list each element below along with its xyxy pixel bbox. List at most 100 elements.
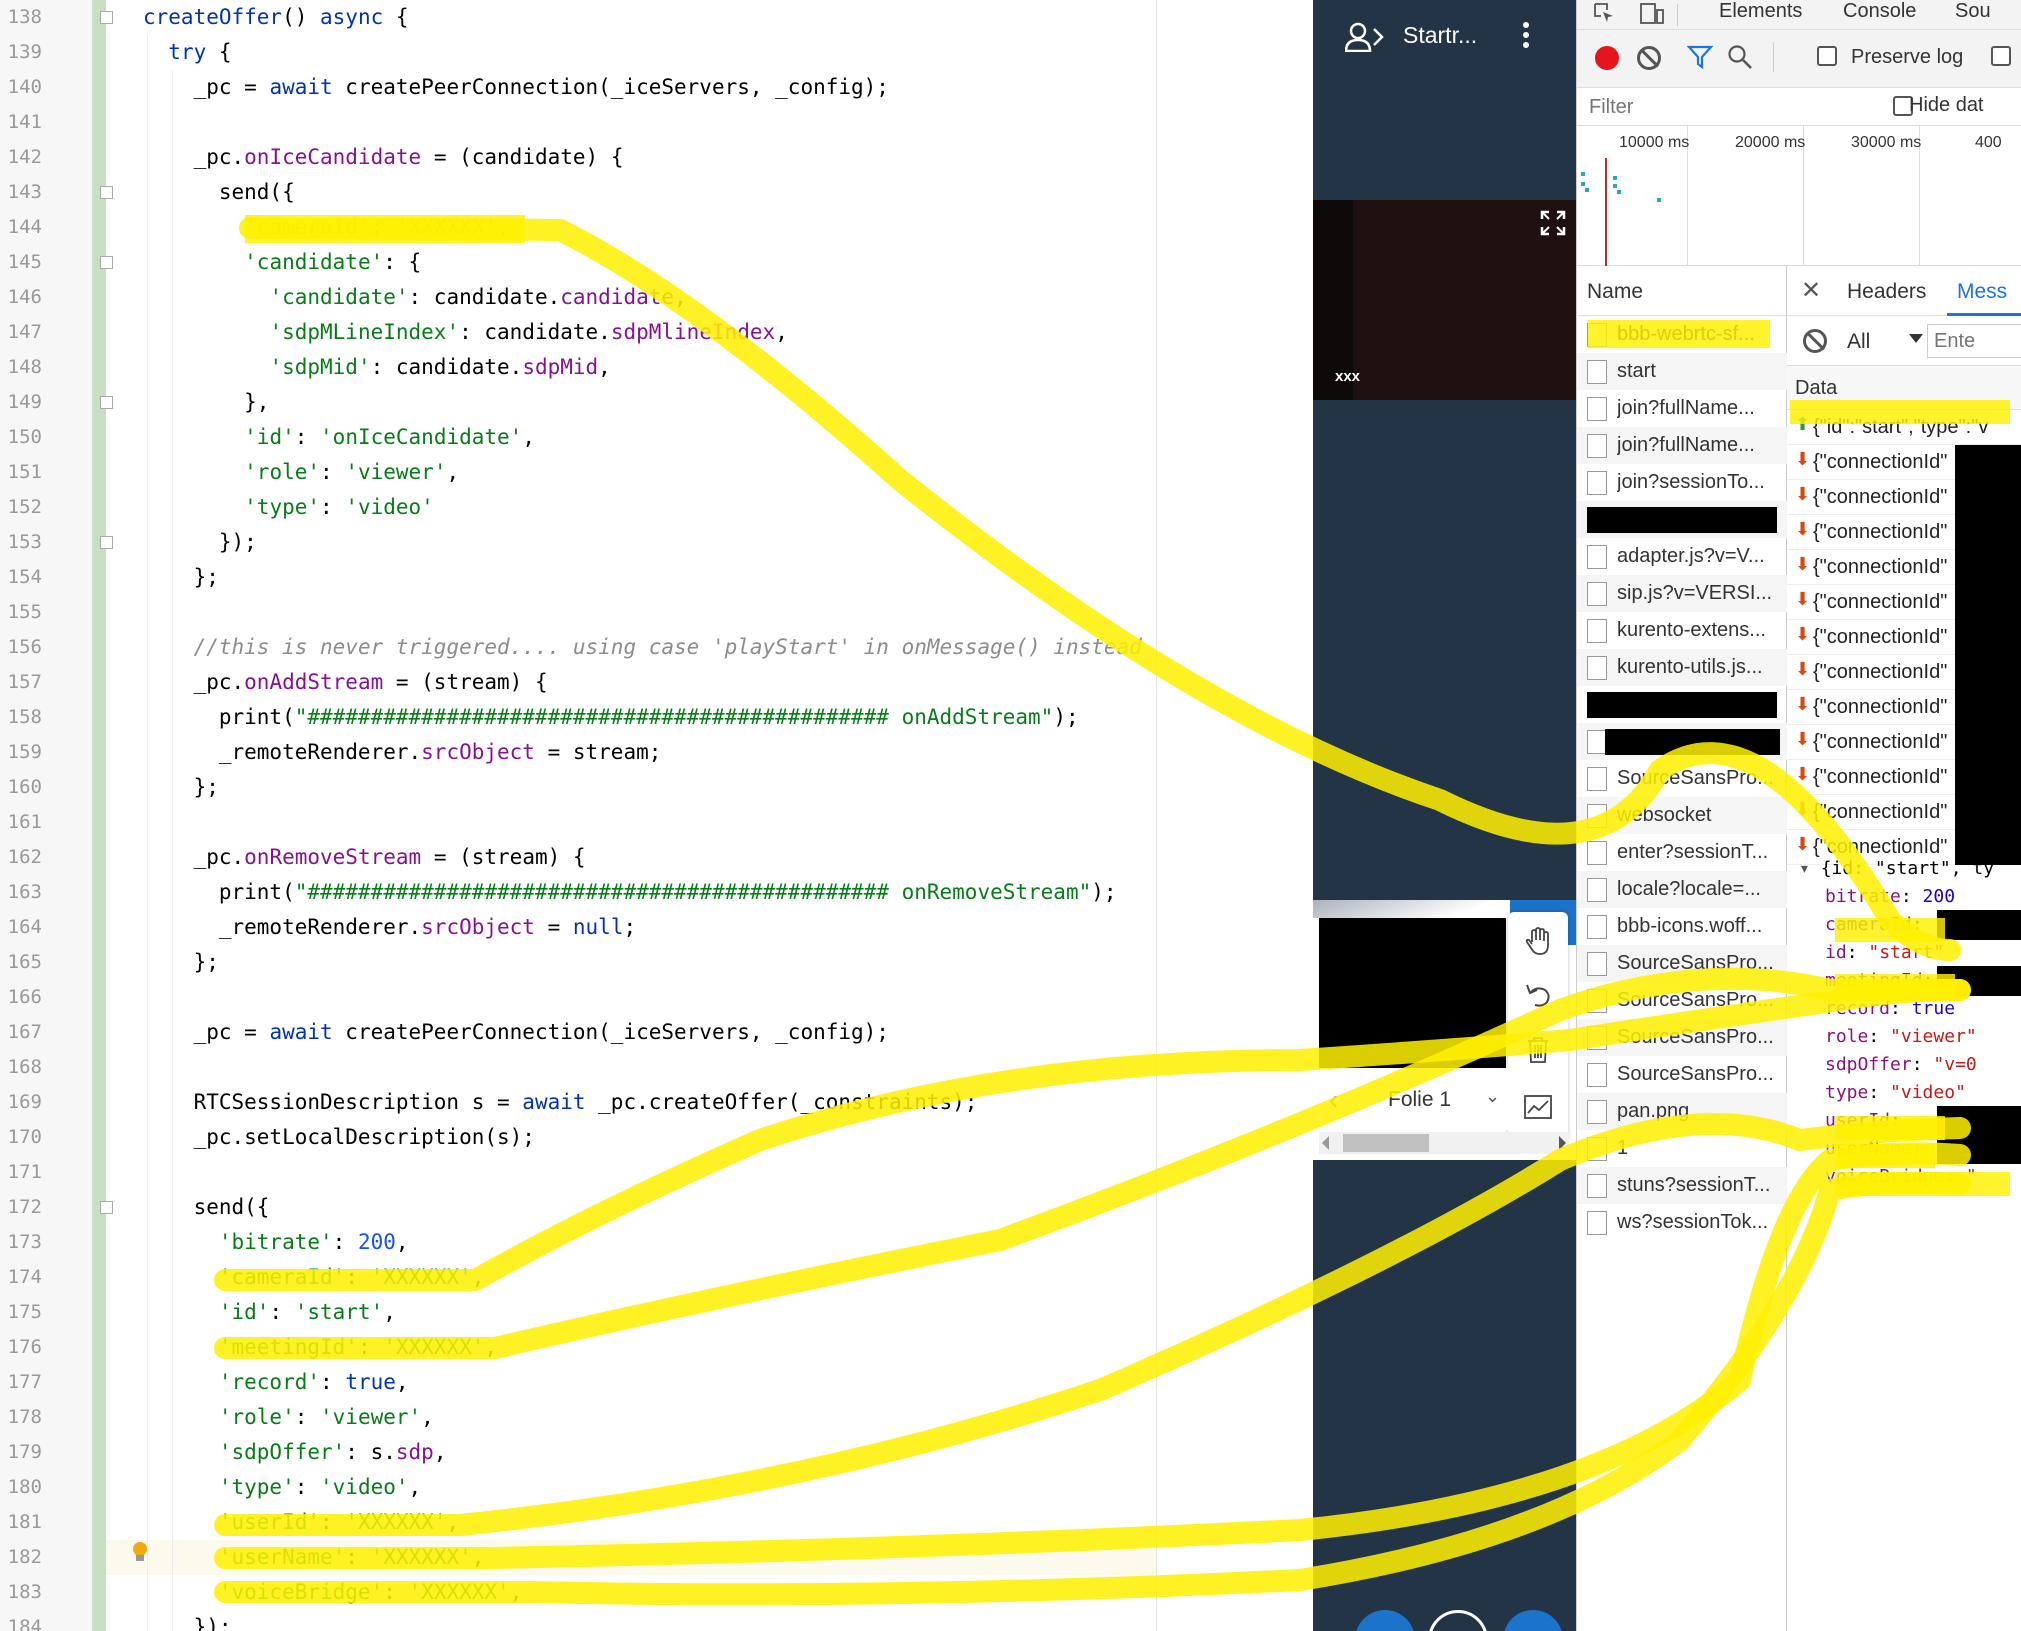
request-row[interactable]: join?fullName... bbox=[1577, 427, 1787, 464]
inspect-icon[interactable] bbox=[1593, 2, 1615, 24]
line-number: 157 bbox=[7, 671, 42, 693]
message-row[interactable]: ⬆ {"id":"start","type":"v bbox=[1787, 410, 2021, 445]
code-line: _pc.onIceCandidate = (candidate) { bbox=[143, 145, 624, 169]
preserve-log-checkbox[interactable] bbox=[1817, 46, 1837, 66]
chevron-down-icon[interactable] bbox=[1909, 334, 1923, 343]
request-row[interactable]: pan.png bbox=[1577, 1093, 1787, 1130]
request-row[interactable]: join?fullName... bbox=[1577, 390, 1787, 427]
request-row[interactable] bbox=[1577, 723, 1787, 760]
message-filter-input[interactable] bbox=[1927, 324, 2021, 358]
message-row[interactable]: ⬇ {"connectionId" bbox=[1787, 515, 2021, 550]
message-row[interactable]: ⬇ {"connectionId" bbox=[1787, 445, 2021, 480]
webcam-video[interactable]: xxx bbox=[1313, 200, 1576, 400]
message-row[interactable]: ⬇ {"connectionId" bbox=[1787, 620, 2021, 655]
line-number: 155 bbox=[7, 601, 42, 623]
request-row[interactable]: join?sessionTo... bbox=[1577, 464, 1787, 501]
message-text: {"id":"start","type":"v bbox=[1813, 416, 1989, 438]
request-row[interactable]: locale?locale=... bbox=[1577, 871, 1787, 908]
trash-icon[interactable] bbox=[1523, 1034, 1553, 1064]
line-number: 145 bbox=[7, 251, 42, 273]
request-row[interactable]: SourceSansPro... bbox=[1577, 982, 1787, 1019]
received-arrow-icon: ⬇ bbox=[1795, 624, 1811, 644]
message-text: {"connectionId" bbox=[1813, 766, 1948, 788]
chevron-down-icon[interactable]: ⌄ bbox=[1485, 1086, 1500, 1107]
request-row[interactable]: 1 bbox=[1577, 1130, 1787, 1167]
search-icon[interactable] bbox=[1727, 44, 1753, 70]
request-row[interactable]: SourceSansPro... bbox=[1577, 1019, 1787, 1056]
request-row[interactable]: enter?sessionT... bbox=[1577, 834, 1787, 871]
fold-icon[interactable] bbox=[100, 256, 113, 269]
lightbulb-icon[interactable] bbox=[132, 1542, 148, 1562]
code-line: _pc.onAddStream = (stream) { bbox=[143, 670, 548, 694]
code-line: 'cameraId': 'XXXXXX', bbox=[218, 1265, 485, 1289]
message-row[interactable]: ⬇ {"connectionId" bbox=[1787, 480, 2021, 515]
request-row[interactable]: sip.js?v=VERSI... bbox=[1577, 575, 1787, 612]
slide-selector[interactable]: Folie 1 bbox=[1388, 1088, 1451, 1112]
clear-messages-icon[interactable] bbox=[1803, 329, 1827, 353]
network-timeline[interactable]: 10000 ms 20000 ms 30000 ms 400 bbox=[1577, 126, 2021, 266]
request-row[interactable] bbox=[1577, 501, 1787, 538]
received-arrow-icon: ⬇ bbox=[1795, 484, 1811, 504]
filter-icon[interactable] bbox=[1687, 44, 1713, 70]
fold-icon[interactable] bbox=[100, 11, 113, 24]
request-row[interactable]: SourceSansPro... bbox=[1577, 760, 1787, 797]
tab-elements[interactable]: Elements bbox=[1719, 0, 1802, 23]
request-row[interactable]: kurento-extens... bbox=[1577, 612, 1787, 649]
whiteboard-toolbar bbox=[1508, 912, 1568, 1142]
fold-icon[interactable] bbox=[100, 1201, 113, 1214]
tab-headers[interactable]: Headers bbox=[1847, 280, 1926, 304]
request-row[interactable]: websocket bbox=[1577, 797, 1787, 834]
message-row[interactable]: ⬇ {"connectionId" bbox=[1787, 725, 2021, 760]
tab-console[interactable]: Console bbox=[1843, 0, 1916, 23]
close-icon[interactable]: ✕ bbox=[1801, 276, 1821, 305]
tab-messages[interactable]: Mess bbox=[1957, 280, 2007, 304]
message-row[interactable]: ⬇ {"connectionId" bbox=[1787, 550, 2021, 585]
hand-icon[interactable] bbox=[1523, 926, 1553, 956]
message-row[interactable]: ⬇ {"connectionId" bbox=[1787, 760, 2021, 795]
request-row[interactable]: start bbox=[1577, 353, 1787, 390]
request-row[interactable]: bbb-webrtc-sf... bbox=[1577, 316, 1787, 353]
code-line: 'voiceBridge': 'XXXXXX', bbox=[218, 1580, 523, 1604]
name-column-header[interactable]: Name bbox=[1577, 266, 1787, 316]
more-options-icon[interactable] bbox=[1520, 22, 1532, 52]
clear-icon[interactable] bbox=[1637, 46, 1661, 70]
line-number: 179 bbox=[7, 1441, 42, 1463]
disable-cache-checkbox[interactable] bbox=[1991, 46, 2011, 66]
request-name: kurento-extens... bbox=[1617, 619, 1766, 641]
message-text: {"connectionId" bbox=[1813, 451, 1948, 473]
request-row[interactable]: SourceSansPro... bbox=[1577, 1056, 1787, 1093]
tree-root[interactable]: ▾ {id: "start", ty bbox=[1799, 858, 1994, 879]
code-editor[interactable]: 138 139 140 141 142 143 144 145 146 147 148 149 150 1… bbox=[0, 0, 1313, 1631]
user-list-icon[interactable] bbox=[1345, 22, 1385, 52]
fold-icon[interactable] bbox=[100, 396, 113, 409]
message-row[interactable]: ⬇ {"connectionId" bbox=[1787, 690, 2021, 725]
expand-triangle-icon[interactable]: ▾ bbox=[1799, 858, 1810, 879]
request-row[interactable]: adapter.js?v=V... bbox=[1577, 538, 1787, 575]
request-row[interactable]: ws?sessionTok... bbox=[1577, 1204, 1787, 1241]
fold-icon[interactable] bbox=[100, 186, 113, 199]
file-icon bbox=[1587, 804, 1607, 828]
request-row[interactable]: SourceSansPro... bbox=[1577, 945, 1787, 982]
request-row[interactable] bbox=[1577, 686, 1787, 723]
audio-button[interactable] bbox=[1428, 1610, 1488, 1631]
mic-button[interactable] bbox=[1355, 1610, 1415, 1631]
tab-sources[interactable]: Sou bbox=[1955, 0, 1991, 23]
request-row[interactable]: kurento-utils.js... bbox=[1577, 649, 1787, 686]
fullscreen-icon[interactable] bbox=[1540, 210, 1566, 236]
fold-icon[interactable] bbox=[100, 536, 113, 549]
device-toolbar-icon[interactable] bbox=[1639, 2, 1665, 24]
request-row[interactable]: bbb-icons.woff... bbox=[1577, 908, 1787, 945]
filter-input[interactable] bbox=[1581, 92, 1871, 122]
request-row[interactable]: stuns?sessionT... bbox=[1577, 1167, 1787, 1204]
camera-button[interactable] bbox=[1503, 1610, 1563, 1631]
message-row[interactable]: ⬇ {"connectionId" bbox=[1787, 795, 2021, 830]
record-button[interactable] bbox=[1595, 46, 1619, 70]
previous-slide-icon[interactable]: ‹ bbox=[1329, 1084, 1338, 1116]
horizontal-scrollbar[interactable] bbox=[1319, 1132, 1569, 1154]
chart-icon[interactable] bbox=[1523, 1092, 1553, 1122]
received-arrow-icon: ⬇ bbox=[1795, 554, 1811, 574]
message-type-select[interactable]: All bbox=[1847, 330, 1870, 354]
undo-icon[interactable] bbox=[1523, 980, 1553, 1010]
message-row[interactable]: ⬇ {"connectionId" bbox=[1787, 655, 2021, 690]
message-row[interactable]: ⬇ {"connectionId" bbox=[1787, 585, 2021, 620]
